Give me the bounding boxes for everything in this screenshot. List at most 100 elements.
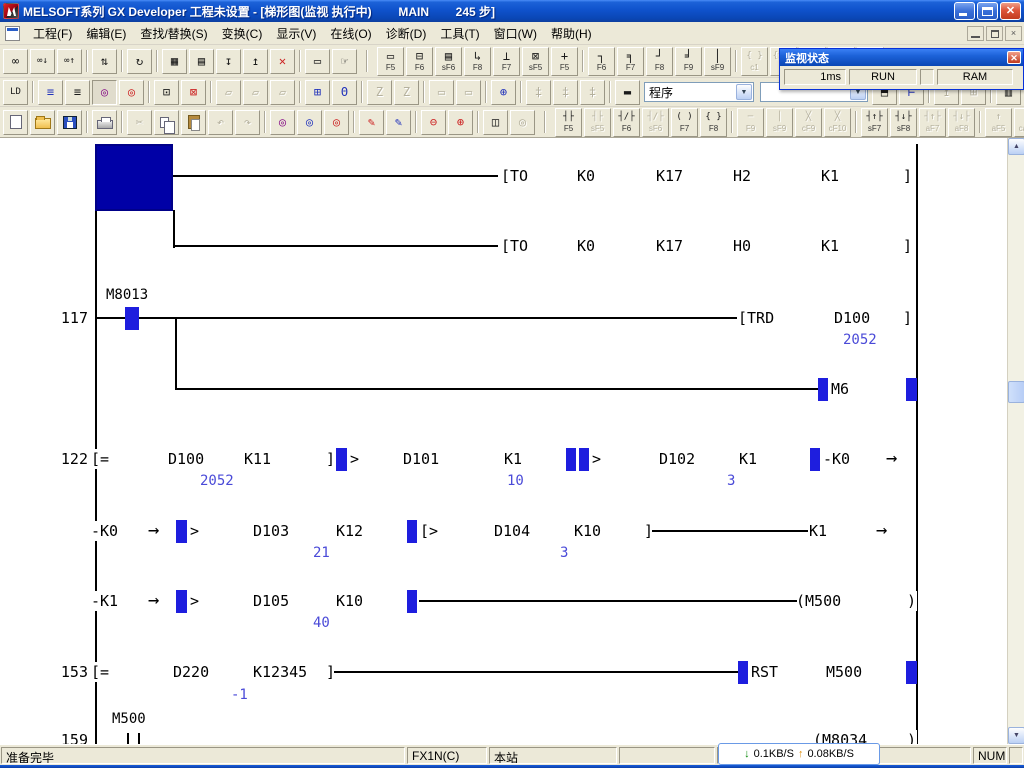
ladder-token[interactable]: D100 xyxy=(833,308,871,328)
new-project-button[interactable] xyxy=(3,110,28,135)
monitor-status-close-icon[interactable]: ✕ xyxy=(1007,51,1021,64)
ladder-token[interactable]: K1 xyxy=(503,449,523,469)
find-next-down-button[interactable]: ∞↓ xyxy=(30,49,55,74)
zoom-in-button[interactable]: ⊕ xyxy=(448,110,473,135)
copy-button[interactable] xyxy=(154,110,179,135)
ladder-token[interactable]: K12345 xyxy=(252,662,308,682)
find-instruction-button[interactable]: ◎ xyxy=(297,110,322,135)
read-to-bottom-button[interactable]: ↧ xyxy=(216,49,241,74)
ladder-token[interactable]: ) xyxy=(906,591,917,611)
ladder-token[interactable]: D105 xyxy=(252,591,290,611)
ladder-token[interactable]: ] xyxy=(902,236,913,256)
scroll-thumb[interactable] xyxy=(1008,381,1024,403)
edit-cursor-cell[interactable] xyxy=(95,144,173,211)
split-window-button[interactable]: ◫ xyxy=(483,110,508,135)
ladder-token[interactable]: ] xyxy=(902,166,913,186)
ladder-token[interactable]: K0 xyxy=(576,236,596,256)
convert-run-button[interactable]: ↻ xyxy=(127,49,152,74)
ladder-token[interactable]: [TO xyxy=(500,166,529,186)
mdi-minimize-button[interactable] xyxy=(967,26,984,41)
ladder-token[interactable]: -K1 xyxy=(90,591,119,611)
grid-display-button[interactable]: ▦ xyxy=(162,49,187,74)
ladder-token[interactable]: K17 xyxy=(655,236,684,256)
ladder-token[interactable]: -K0 xyxy=(822,449,851,469)
ladder-token[interactable]: > xyxy=(591,449,602,469)
ladder-token[interactable]: K10 xyxy=(335,591,364,611)
ladder-token[interactable]: -K0 xyxy=(90,521,119,541)
close-button[interactable]: ✕ xyxy=(1000,2,1021,20)
sym-coil-button[interactable]: ( )F7 xyxy=(671,108,698,137)
sym-contact-closed-button[interactable]: ┤/├F6 xyxy=(613,108,640,137)
find-binoculars-button[interactable]: ∞ xyxy=(3,49,28,74)
wire-box-line-button[interactable]: ⊟F6 xyxy=(406,47,433,76)
wire-arrow-button[interactable]: ↳F8 xyxy=(464,47,491,76)
menu-item-7[interactable]: 工具(T) xyxy=(433,22,486,45)
ladder-token[interactable]: > xyxy=(349,449,360,469)
sym-pulse-rising-button[interactable]: ┤↑├sF7 xyxy=(861,108,888,137)
ladder-token[interactable]: M6 xyxy=(830,379,850,399)
comment-display-button[interactable]: ⊡ xyxy=(154,80,179,105)
wire-cross-button[interactable]: +F5 xyxy=(551,47,578,76)
read-mode-pencil-button[interactable]: ✎ xyxy=(386,110,411,135)
ladder-token[interactable]: [TO xyxy=(500,236,529,256)
monitor-status-titlebar[interactable]: 监视状态 ✕ xyxy=(780,49,1023,66)
vertical-scrollbar[interactable]: ▲ ▼ xyxy=(1007,138,1024,744)
sym-contact-open-button[interactable]: ┤├F5 xyxy=(555,108,582,137)
save-project-button[interactable] xyxy=(57,110,82,135)
ladder-token[interactable]: D102 xyxy=(658,449,696,469)
comment-hide-button[interactable]: ⊠ xyxy=(181,80,206,105)
line-corner-dbl-button[interactable]: ╕F7 xyxy=(617,47,644,76)
sym-application-button[interactable]: { }F8 xyxy=(700,108,727,137)
write-mode-pencil-button[interactable]: ✎ xyxy=(359,110,384,135)
ladder-token[interactable]: D100 xyxy=(167,449,205,469)
jump-step-button[interactable]: ⇅ xyxy=(92,49,117,74)
delete-search-button[interactable]: ✕ xyxy=(270,49,295,74)
ladder-token[interactable]: [> xyxy=(419,521,439,541)
ladder-token[interactable]: RST xyxy=(750,662,779,682)
program-tree-button[interactable]: ≡ xyxy=(38,80,63,105)
scroll-up-button[interactable]: ▲ xyxy=(1008,138,1024,155)
ladder-token[interactable]: ] xyxy=(902,308,913,328)
ladder-editor[interactable]: ▲ ▼ [TOK0K17H2K1][TOK0K17H0K1]117M8013[T… xyxy=(0,138,1024,744)
window-layers-button[interactable]: ▤ xyxy=(189,49,214,74)
ladder-token[interactable]: D104 xyxy=(493,521,531,541)
sym-pulse-falling-button[interactable]: ┤↓├sF8 xyxy=(890,108,917,137)
menu-item-9[interactable]: 帮助(H) xyxy=(544,22,599,45)
ladder-token[interactable]: ] xyxy=(325,449,336,469)
line-vertical-button[interactable]: │sF9 xyxy=(704,47,731,76)
ladder-token[interactable]: K11 xyxy=(243,449,272,469)
line-corner-br-button[interactable]: ┘F8 xyxy=(646,47,673,76)
network-monitor-button[interactable]: ⊕ xyxy=(491,80,516,105)
menu-item-5[interactable]: 在线(O) xyxy=(323,22,378,45)
ladder-token[interactable]: K1 xyxy=(820,166,840,186)
open-project-button[interactable] xyxy=(30,110,55,135)
monitor-condition-button[interactable]: ▬ xyxy=(615,80,640,105)
menu-item-2[interactable]: 查找/替换(S) xyxy=(133,22,214,45)
ladder-token[interactable]: K12 xyxy=(335,521,364,541)
ladder-token[interactable]: K10 xyxy=(573,521,602,541)
menu-item-1[interactable]: 编辑(E) xyxy=(79,22,133,45)
menu-item-4[interactable]: 显示(V) xyxy=(269,22,323,45)
ladder-token[interactable]: D220 xyxy=(172,662,210,682)
tile-windows-button[interactable]: ⊞ xyxy=(305,80,330,105)
hand-drag-button[interactable]: ☞ xyxy=(332,49,357,74)
mdi-close-button[interactable]: × xyxy=(1005,26,1022,41)
read-to-top-button[interactable]: ↥ xyxy=(243,49,268,74)
ladder-logic-test-button[interactable]: LD xyxy=(3,80,28,105)
data-type-combo[interactable]: 程序▼ xyxy=(644,82,754,102)
ladder-token[interactable]: K1 xyxy=(820,236,840,256)
ladder-token[interactable]: K0 xyxy=(576,166,596,186)
line-corner-tr-button[interactable]: ┐F6 xyxy=(588,47,615,76)
find-string-button[interactable]: ◎ xyxy=(324,110,349,135)
wire-box-x-button[interactable]: ⊠sF5 xyxy=(522,47,549,76)
ladder-token[interactable]: (M500 xyxy=(795,591,842,611)
zoom-out-button[interactable]: ⊖ xyxy=(421,110,446,135)
wire-ground-button[interactable]: ⊥F7 xyxy=(493,47,520,76)
find-next-up-button[interactable]: ∞↑ xyxy=(57,49,82,74)
wire-box-button[interactable]: ▭F5 xyxy=(377,47,404,76)
wire-box-lines-button[interactable]: ▤sF6 xyxy=(435,47,462,76)
ladder-token[interactable]: > xyxy=(189,591,200,611)
entry-data-monitor-button[interactable]: ≡ xyxy=(65,80,90,105)
page-setup-button[interactable]: ▭ xyxy=(305,49,330,74)
ladder-token[interactable]: K17 xyxy=(655,166,684,186)
